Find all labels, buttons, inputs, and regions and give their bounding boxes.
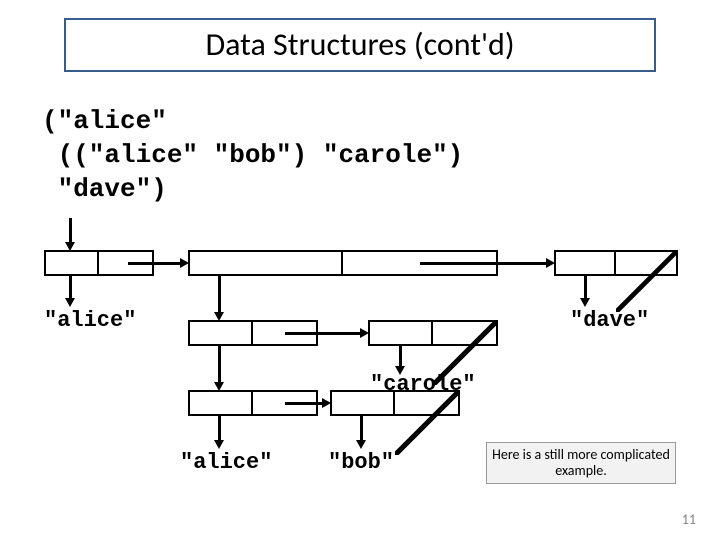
arrow-head-icon bbox=[214, 440, 224, 449]
arrow-head-icon bbox=[65, 298, 75, 307]
arrow-head-icon bbox=[580, 298, 590, 307]
diagram-arrow bbox=[420, 262, 548, 265]
cons-cell bbox=[554, 250, 678, 276]
atom-label: "carole" bbox=[370, 372, 476, 397]
sexpr-code: ("alice" (("alice" "bob") "carole") "dav… bbox=[42, 104, 463, 206]
diagram-arrow bbox=[285, 332, 362, 335]
arrow-head-icon bbox=[65, 242, 75, 251]
diagram-arrow bbox=[399, 346, 402, 368]
cons-cell bbox=[368, 320, 498, 346]
arrow-head-icon bbox=[180, 258, 189, 268]
atom-label: "dave" bbox=[570, 308, 649, 333]
diagram-arrow bbox=[218, 416, 221, 442]
atom-label: "alice" bbox=[180, 450, 272, 475]
diagram-arrow bbox=[584, 276, 587, 300]
diagram-arrow bbox=[128, 262, 182, 265]
arrow-head-icon bbox=[214, 382, 224, 391]
diagram-arrow bbox=[218, 346, 221, 384]
arrow-head-icon bbox=[360, 328, 369, 338]
arrow-head-icon bbox=[546, 258, 555, 268]
arrow-head-icon bbox=[214, 312, 224, 321]
arrow-head-icon bbox=[322, 398, 331, 408]
diagram-arrow bbox=[360, 416, 363, 442]
diagram-arrow bbox=[69, 276, 72, 300]
atom-label: "alice" bbox=[44, 308, 136, 333]
page-number: 11 bbox=[682, 511, 696, 528]
diagram-arrow bbox=[69, 218, 72, 244]
atom-label: "bob" bbox=[328, 450, 394, 475]
slide-note: Here is a still more complicated example… bbox=[486, 442, 676, 484]
diagram-arrow bbox=[285, 402, 324, 405]
diagram-arrow bbox=[218, 276, 221, 314]
page-title: Data Structures (cont'd) bbox=[64, 18, 656, 72]
arrow-head-icon bbox=[356, 440, 366, 449]
